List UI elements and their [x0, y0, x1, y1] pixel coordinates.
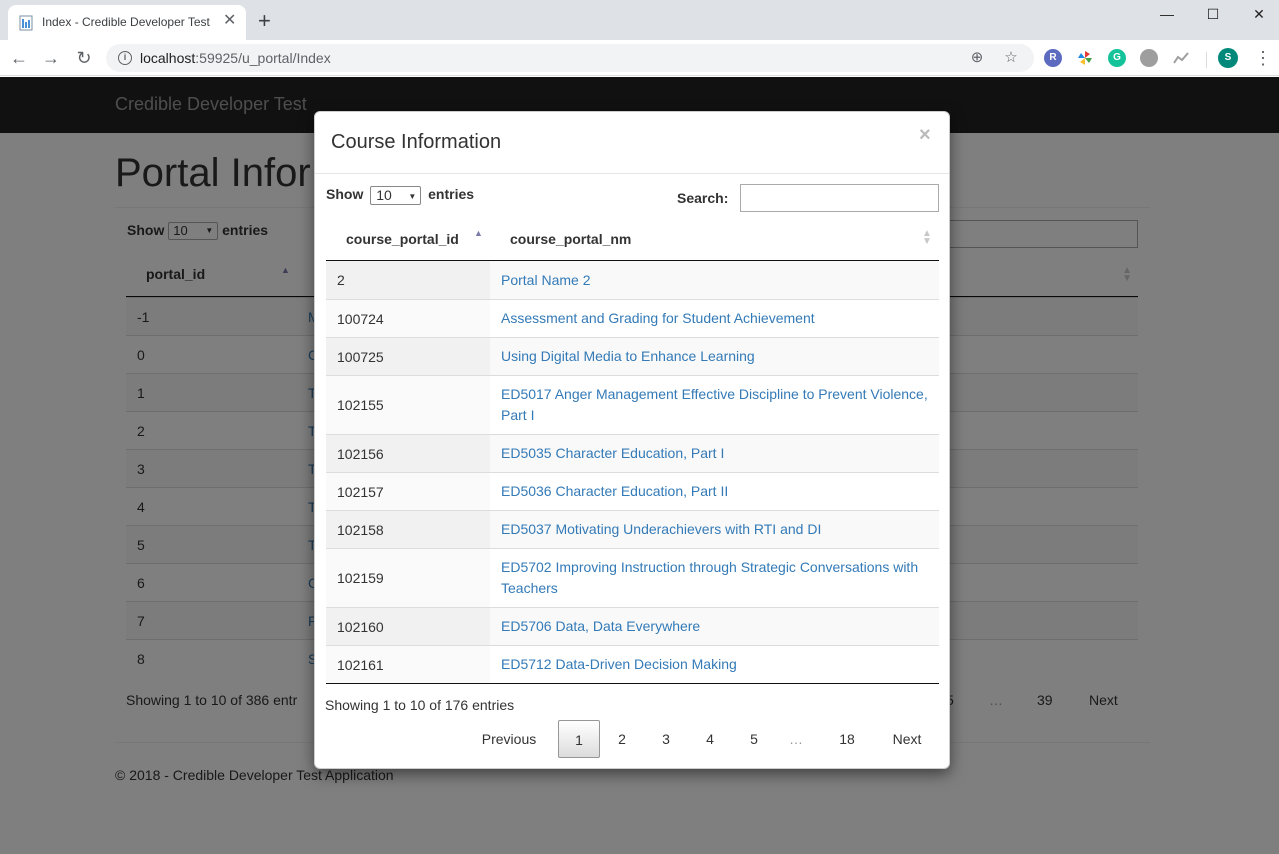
browser-tab[interactable]: Index - Credible Developer Test ✕: [8, 5, 246, 40]
pagination-page[interactable]: 3: [649, 720, 683, 758]
course-name-link[interactable]: ED5036 Character Education, Part II: [490, 473, 939, 510]
course-name-link[interactable]: ED5035 Character Education, Part I: [490, 435, 939, 472]
zoom-icon[interactable]: ⊕: [968, 49, 986, 67]
length-control: Show 10 entries: [326, 186, 474, 205]
table-row: 102159 ED5702 Improving Instruction thro…: [326, 548, 939, 607]
sort-both-icon: ▲▼: [922, 228, 932, 247]
pagination-previous[interactable]: Previous: [471, 720, 547, 758]
course-portal-id: 2: [326, 261, 490, 299]
profile-avatar[interactable]: S: [1218, 48, 1238, 68]
page-favicon-icon: [19, 15, 33, 31]
table-row: 2 Portal Name 2: [326, 261, 939, 299]
course-name-link[interactable]: Assessment and Grading for Student Achie…: [490, 300, 939, 337]
table-row: 102160 ED5706 Data, Data Everywhere: [326, 607, 939, 645]
course-portal-id: 102155: [326, 376, 490, 434]
pagination-page[interactable]: 2: [605, 720, 639, 758]
new-tab-button[interactable]: +: [258, 10, 271, 32]
course-portal-id: 102156: [326, 435, 490, 472]
reload-button[interactable]: ↻: [73, 47, 95, 69]
r-extension-icon[interactable]: R: [1044, 49, 1062, 67]
search-label: Search:: [677, 190, 729, 206]
sort-asc-icon: ▲: [474, 228, 483, 238]
forward-button[interactable]: →: [40, 47, 62, 69]
course-portal-id: 100724: [326, 300, 490, 337]
course-table: course_portal_id ▲ course_portal_nm ▲ ▼ 2…: [326, 220, 939, 683]
table-info: Showing 1 to 10 of 176 entries: [325, 697, 515, 713]
url-path: :59925/u_portal/Index: [195, 50, 331, 66]
url-text[interactable]: localhost:59925/u_portal/Index: [140, 50, 331, 66]
table-row: 100725 Using Digital Media to Enhance Le…: [326, 337, 939, 375]
course-portal-id: 102160: [326, 608, 490, 645]
maximize-button[interactable]: ☐: [1198, 4, 1228, 24]
pagination-page-current[interactable]: 1: [558, 720, 600, 758]
search-input[interactable]: [740, 184, 939, 212]
modal-header: Course Information ×: [315, 112, 949, 174]
course-portal-id: 102158: [326, 511, 490, 548]
table-row: 102157 ED5036 Character Education, Part …: [326, 472, 939, 510]
course-portal-id: 102157: [326, 473, 490, 510]
table-footer-line: [326, 683, 939, 684]
pinwheel-extension-icon[interactable]: [1076, 49, 1094, 67]
course-information-modal: Course Information × Show 10 entries Sea…: [314, 111, 950, 769]
circle-extension-icon[interactable]: [1140, 49, 1158, 67]
browser-menu-icon[interactable]: ⋮: [1254, 47, 1272, 69]
course-table-header: course_portal_id ▲ course_portal_nm ▲ ▼: [326, 220, 939, 261]
pagination-next[interactable]: Next: [881, 720, 933, 758]
pagination-page-last[interactable]: 18: [827, 720, 867, 758]
course-name-link[interactable]: Using Digital Media to Enhance Learning: [490, 338, 939, 375]
entries-label: entries: [428, 186, 475, 203]
course-table-body: 2 Portal Name 2 100724 Assessment and Gr…: [326, 261, 939, 683]
course-name-link[interactable]: ED5037 Motivating Underachievers with RT…: [490, 511, 939, 548]
address-bar[interactable]: i localhost:59925/u_portal/Index ⊕ ☆: [106, 44, 1034, 72]
table-row: 102158 ED5037 Motivating Underachievers …: [326, 510, 939, 548]
grammarly-icon[interactable]: G: [1108, 49, 1126, 67]
tab-close-icon[interactable]: ✕: [223, 13, 236, 29]
back-button[interactable]: ←: [8, 47, 30, 69]
table-row: 100724 Assessment and Grading for Studen…: [326, 299, 939, 337]
course-name-link[interactable]: Portal Name 2: [490, 261, 939, 299]
tab-strip: Index - Credible Developer Test ✕ + — ☐ …: [0, 0, 1279, 40]
modal-close-button[interactable]: ×: [919, 125, 931, 145]
window-close-button[interactable]: ✕: [1244, 4, 1274, 24]
course-portal-id: 102161: [326, 646, 490, 683]
length-select[interactable]: 10: [370, 186, 422, 205]
table-row: 102155 ED5017 Anger Management Effective…: [326, 375, 939, 434]
toolbar-separator: [1206, 52, 1207, 68]
column-header-course-portal-id[interactable]: course_portal_id: [346, 231, 459, 247]
course-portal-id: 100725: [326, 338, 490, 375]
site-info-icon[interactable]: i: [118, 51, 132, 65]
pagination-page[interactable]: 4: [693, 720, 727, 758]
pagination-ellipsis: …: [789, 731, 803, 747]
course-portal-id: 102159: [326, 549, 490, 607]
url-host: localhost: [140, 50, 196, 66]
chart-extension-icon[interactable]: [1172, 49, 1190, 67]
pagination-page[interactable]: 5: [737, 720, 771, 758]
bookmark-star-icon[interactable]: ☆: [1002, 49, 1020, 67]
minimize-button[interactable]: —: [1152, 4, 1182, 24]
course-name-link[interactable]: ED5712 Data-Driven Decision Making: [490, 646, 939, 683]
browser-toolbar: ← → ↻ i localhost:59925/u_portal/Index ⊕…: [0, 40, 1279, 76]
column-header-course-portal-nm[interactable]: course_portal_nm: [510, 231, 631, 247]
course-name-link[interactable]: ED5702 Improving Instruction through Str…: [490, 549, 939, 607]
course-name-link[interactable]: ED5017 Anger Management Effective Discip…: [490, 376, 939, 434]
table-row: 102156 ED5035 Character Education, Part …: [326, 434, 939, 472]
modal-title: Course Information: [331, 131, 502, 153]
show-label: Show: [326, 186, 364, 203]
table-row: 102161 ED5712 Data-Driven Decision Makin…: [326, 645, 939, 683]
tab-title: Index - Credible Developer Test: [42, 15, 210, 29]
course-name-link[interactable]: ED5706 Data, Data Everywhere: [490, 608, 939, 645]
